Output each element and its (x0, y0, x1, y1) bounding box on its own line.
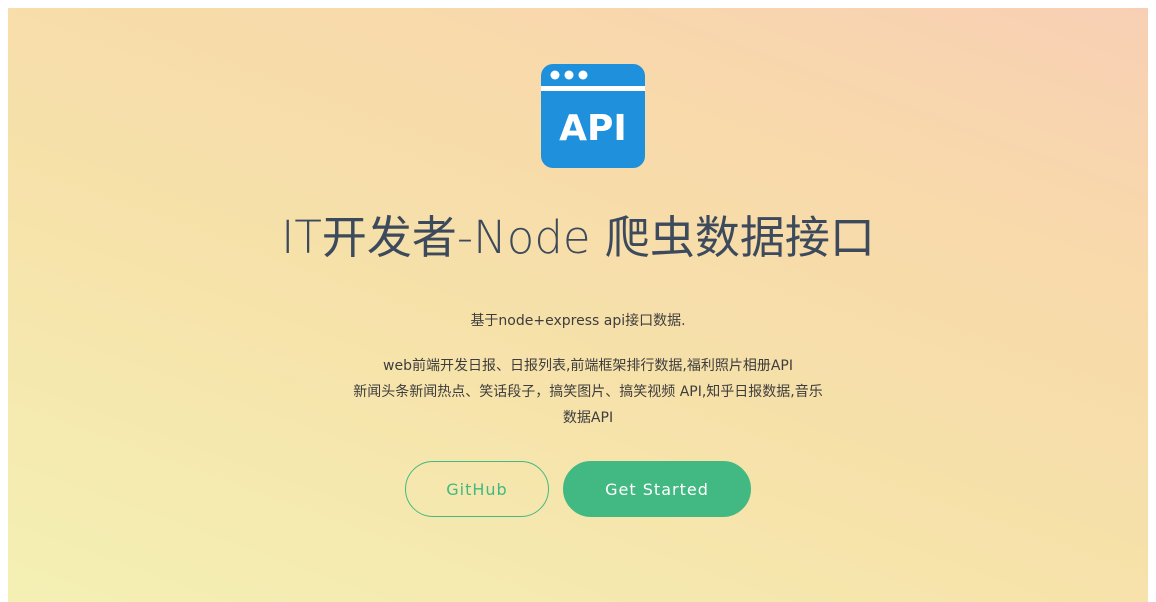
github-button[interactable]: GitHub (405, 461, 549, 517)
get-started-button[interactable]: Get Started (563, 461, 751, 517)
description-line: 数据API (562, 410, 614, 426)
button-group: GitHub Get Started (8, 461, 1148, 517)
page-title: IT开发者-Node 爬虫数据接口 (281, 211, 875, 264)
api-window-icon: API (541, 64, 645, 168)
cover-section: API IT开发者-Node 爬虫数据接口 基于node+express api… (8, 8, 1148, 602)
logo-text: API (559, 108, 627, 149)
description: web前端开发日报、日报列表,前端框架排行数据,福利照片相册API 新闻头条新闻… (298, 353, 878, 431)
description-line: 新闻头条新闻热点、笑话段子，搞笑图片、搞笑视频 API,知乎日报数据,音乐 (353, 384, 823, 400)
description-line: web前端开发日报、日报列表,前端框架排行数据,福利照片相册API (383, 358, 793, 374)
tagline: 基于node+express api接口数据. (470, 313, 686, 329)
